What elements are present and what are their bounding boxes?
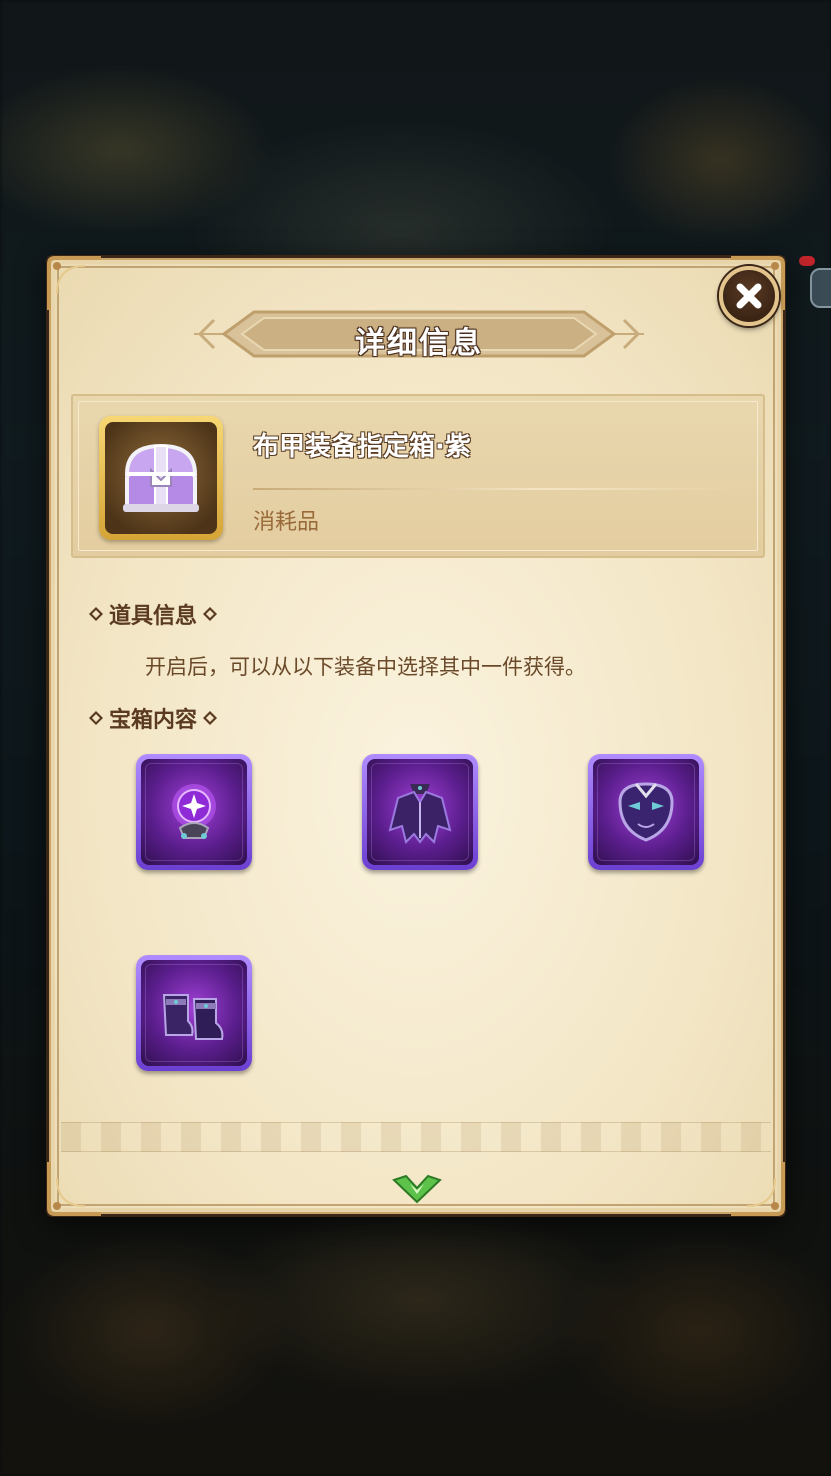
section-chest-contents: 宝箱内容 [89,702,218,734]
diamond-bullet-icon [89,607,103,621]
diamond-bullet-icon [203,607,218,621]
reward-item-mask[interactable] [588,754,704,870]
item-icon-frame [99,416,223,540]
corner-ornament [47,1162,101,1216]
diamond-bullet-icon [89,711,103,725]
item-name: 布甲装备指定箱·紫 [253,432,471,462]
notification-dot [799,256,815,266]
close-icon [736,283,762,309]
purple-robe-icon [388,784,452,844]
section-item-info: 道具信息 [89,598,218,630]
dialog-title: 详细信息 [355,326,483,361]
item-description: 开启后，可以从以下装备中选择其中一件获得。 [145,655,586,679]
item-detail-dialog: 详细信息 布甲装备指定箱·紫 消耗品 道具信息 开启后，可以从以下装备中选择其中… [46,255,786,1217]
item-type: 消耗品 [253,510,320,535]
purple-orb-icon [172,784,216,839]
title-banner: 详细信息 [194,308,644,361]
reward-item-robe[interactable] [362,754,478,870]
corner-ornament [47,256,101,310]
section-item-info-title: 道具信息 [109,604,198,629]
diamond-bullet-icon [203,711,218,725]
divider [253,488,735,490]
purple-boots-icon [162,994,224,1040]
side-tab[interactable] [810,268,831,308]
item-header: 布甲装备指定箱·紫 消耗品 [71,394,765,558]
reward-item-boots[interactable] [136,955,252,1071]
decorative-strip [61,1122,771,1152]
scroll-down-button[interactable] [389,1170,445,1206]
purple-mask-icon [618,782,674,842]
reward-item-orb[interactable] [136,754,252,870]
chevron-down-icon [392,1174,442,1204]
purple-treasure-chest-icon [123,443,199,512]
section-chest-contents-title: 宝箱内容 [109,708,198,733]
close-button[interactable] [719,266,779,326]
corner-ornament [731,1162,785,1216]
